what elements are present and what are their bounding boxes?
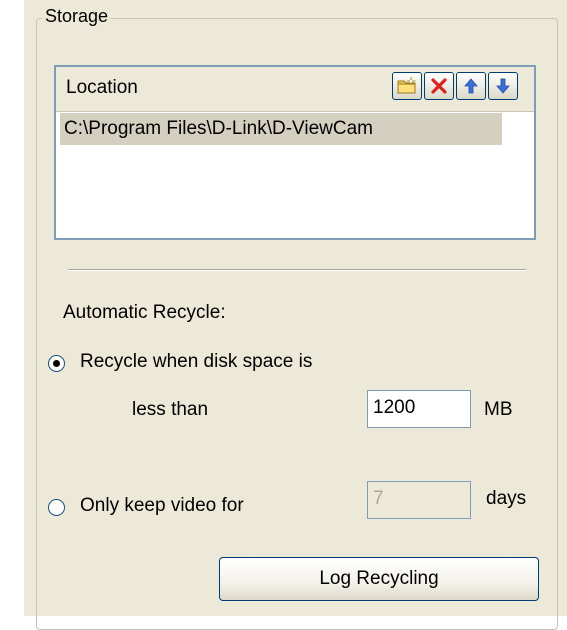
radio-selected-dot	[53, 360, 60, 367]
recycle-disk-space-radio[interactable]	[48, 355, 65, 372]
folder-add-icon	[397, 77, 417, 95]
location-list[interactable]: Location C:\Program Files\D-Link\D-ViewC…	[54, 65, 536, 240]
delete-x-icon	[431, 78, 447, 94]
storage-group-title: Storage	[42, 6, 112, 27]
add-location-button[interactable]	[392, 72, 422, 100]
mb-unit-label: MB	[484, 399, 513, 420]
keep-video-days-label[interactable]: Only keep video for	[80, 495, 244, 517]
recycle-disk-space-label[interactable]: Recycle when disk space is	[80, 351, 312, 373]
automatic-recycle-heading: Automatic Recycle:	[63, 302, 226, 323]
move-up-button[interactable]	[456, 72, 486, 100]
section-divider	[68, 269, 526, 271]
location-column-header: Location	[66, 77, 138, 98]
arrow-up-icon	[464, 78, 478, 94]
log-recycling-button[interactable]: Log Recycling	[219, 557, 539, 601]
disk-space-mb-input[interactable]: 1200	[367, 390, 471, 428]
move-down-button[interactable]	[488, 72, 518, 100]
less-than-label: less than	[132, 399, 209, 420]
keep-days-input[interactable]: 7	[367, 481, 471, 519]
arrow-down-icon	[496, 78, 510, 94]
location-row[interactable]: C:\Program Files\D-Link\D-ViewCam	[60, 113, 502, 145]
keep-video-days-radio[interactable]	[48, 499, 65, 516]
days-unit-label: days	[486, 488, 527, 509]
delete-location-button[interactable]	[424, 72, 454, 100]
location-list-header: Location	[56, 67, 534, 112]
